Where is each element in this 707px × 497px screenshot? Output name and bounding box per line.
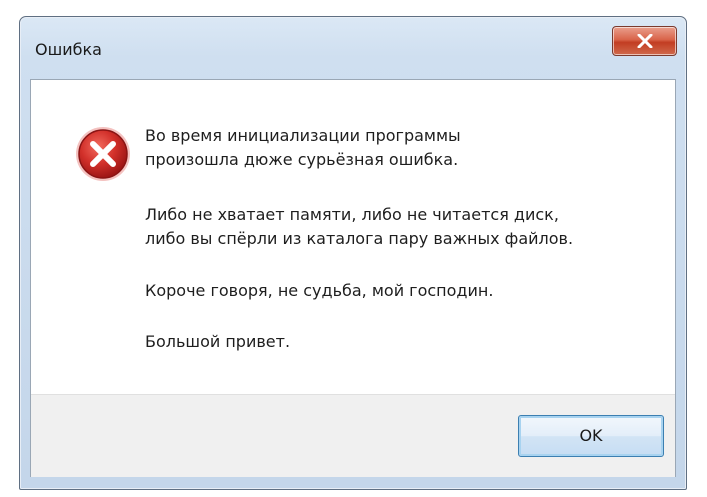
- message-line: Во время инициализации программы: [145, 126, 461, 145]
- message-paragraph-1: Во время инициализации программы произош…: [145, 124, 665, 172]
- ok-button[interactable]: OK: [518, 415, 664, 457]
- error-dialog-window: Ошибка Во время инициализации программы …: [19, 16, 687, 490]
- message-line: произошла дюже сурьёзная ошибка.: [145, 150, 459, 169]
- window-title: Ошибка: [35, 40, 102, 59]
- error-icon: [76, 127, 130, 181]
- message-line: либо вы спёрли из каталога пару важных ф…: [145, 229, 574, 248]
- message-line: Большой привет.: [145, 332, 291, 351]
- message-paragraph-4: Большой привет.: [145, 330, 665, 354]
- close-button[interactable]: [612, 26, 677, 56]
- message-line: Либо не хватает памяти, либо не читается…: [145, 205, 559, 224]
- message-paragraph-3: Короче говоря, не судьба, мой господин.: [145, 279, 665, 303]
- dialog-content: Во время инициализации программы произош…: [30, 79, 676, 477]
- message-line: Короче говоря, не судьба, мой господин.: [145, 281, 494, 300]
- message-area: Во время инициализации программы произош…: [31, 80, 675, 394]
- close-icon: [637, 34, 653, 48]
- title-bar[interactable]: Ошибка: [20, 17, 686, 79]
- message-paragraph-2: Либо не хватает памяти, либо не читается…: [145, 203, 665, 251]
